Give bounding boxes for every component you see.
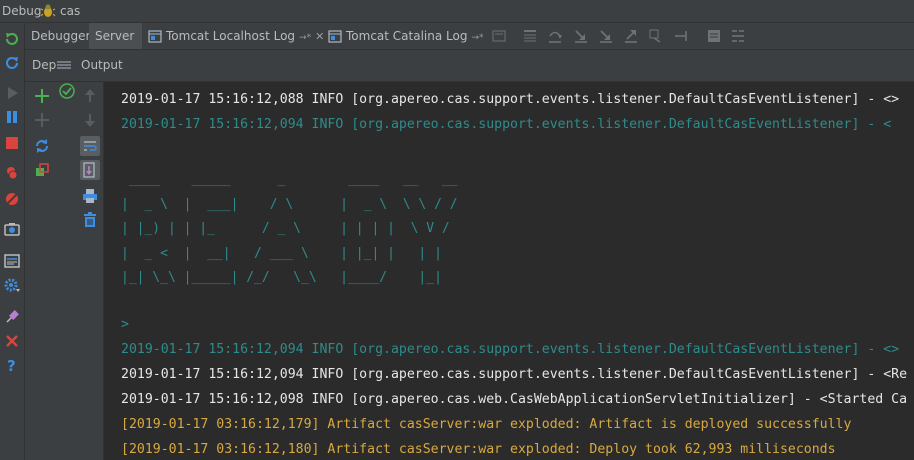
clear-all-trash-icon[interactable]	[82, 212, 98, 228]
tab-tomcat-localhost-log[interactable]: Tomcat Localhost Log →* ✕	[142, 23, 324, 49]
deployed-ok-check-icon	[59, 83, 75, 99]
log-file-icon	[328, 26, 342, 43]
step-over-icon[interactable]	[547, 28, 563, 44]
debug-bug-icon	[40, 3, 56, 19]
collapse-lines-icon[interactable]	[57, 60, 72, 70]
server-subheader: Dep Output	[25, 50, 914, 82]
mute-breakpoints-icon[interactable]	[4, 191, 20, 207]
run-config-name: cas	[60, 4, 81, 18]
run-to-cursor-icon[interactable]	[673, 28, 689, 44]
view-breakpoints-icon[interactable]	[4, 165, 20, 181]
artifact-log-line: [2019-01-17 03:16:12,179] Artifact casSe…	[121, 417, 852, 432]
show-execution-point-icon[interactable]	[522, 28, 538, 44]
deployment-toolbar	[25, 82, 77, 460]
drop-frame-icon[interactable]	[648, 28, 664, 44]
print-icon[interactable]	[82, 188, 98, 204]
refresh-deployment-icon[interactable]	[34, 138, 50, 154]
settings-gear-icon[interactable]	[4, 277, 20, 293]
tab-server[interactable]: Server	[89, 23, 142, 49]
soft-wrap-icon[interactable]	[80, 136, 100, 156]
restore-layout-icon[interactable]	[4, 253, 20, 269]
pause-icon[interactable]	[4, 109, 20, 125]
deploy-all-icon[interactable]	[34, 88, 50, 104]
deployment-label[interactable]: Dep	[32, 50, 72, 81]
force-step-into-icon[interactable]	[598, 28, 614, 44]
step-out-icon[interactable]	[623, 28, 639, 44]
step-into-icon[interactable]	[573, 28, 589, 44]
svg-text:?: ?	[7, 357, 16, 373]
tab-pin-marker: →*	[299, 33, 312, 43]
log-line: 2019-01-17 15:16:12,094 INFO [org.apereo…	[121, 342, 900, 357]
rerun-icon[interactable]	[4, 31, 20, 47]
log-line: 2019-01-17 15:16:12,098 INFO [org.apereo…	[121, 392, 908, 407]
log-line: 2019-01-17 15:16:12,094 INFO [org.apereo…	[121, 117, 892, 132]
log-file-icon	[148, 26, 162, 43]
log-line: 2019-01-17 15:16:12,088 INFO [org.apereo…	[121, 92, 900, 107]
scroll-to-end-icon[interactable]	[80, 160, 100, 180]
debug-tabs-bar: Debugger Server Tomcat Localhost Log →* ✕ …	[25, 23, 914, 50]
debug-left-toolbar: ?	[0, 23, 25, 460]
update-application-icon[interactable]	[4, 55, 20, 71]
log-line: >	[121, 317, 129, 332]
scroll-up-arrow-icon[interactable]	[82, 88, 98, 104]
tab-tomcat-catalina-log[interactable]: Tomcat Catalina Log →*	[322, 23, 492, 49]
restore-layout-icon[interactable]	[491, 28, 507, 44]
tab-debugger[interactable]: Debugger	[25, 23, 90, 49]
output-label: Output	[81, 58, 123, 72]
evaluate-expression-icon[interactable]	[706, 28, 722, 44]
console-toolbar	[77, 82, 104, 460]
ascii-art-banner: ____ _____ _ ____ __ __ | _ \ | ___| / \…	[121, 172, 458, 285]
window-title: Debug	[2, 4, 42, 18]
tab-pin-marker: →*	[471, 33, 484, 43]
title-bar: Debug cas	[0, 0, 914, 23]
trace-icon[interactable]	[730, 28, 746, 44]
artifact-log-line: [2019-01-17 03:16:12,180] Artifact casSe…	[121, 442, 836, 457]
undeploy-icon[interactable]	[34, 112, 50, 128]
stop-icon[interactable]	[4, 135, 20, 151]
help-icon[interactable]: ?	[4, 357, 20, 375]
close-panel-icon[interactable]	[4, 333, 20, 349]
resume-icon[interactable]	[4, 85, 20, 101]
pin-tab-icon[interactable]	[4, 309, 20, 325]
artifact-icon[interactable]	[34, 162, 50, 178]
scroll-down-arrow-icon[interactable]	[82, 112, 98, 128]
log-line: 2019-01-17 15:16:12,094 INFO [org.apereo…	[121, 367, 908, 382]
console-output[interactable]: 2019-01-17 15:16:12,088 INFO [org.apereo…	[104, 82, 914, 460]
camera-icon[interactable]	[4, 221, 20, 237]
